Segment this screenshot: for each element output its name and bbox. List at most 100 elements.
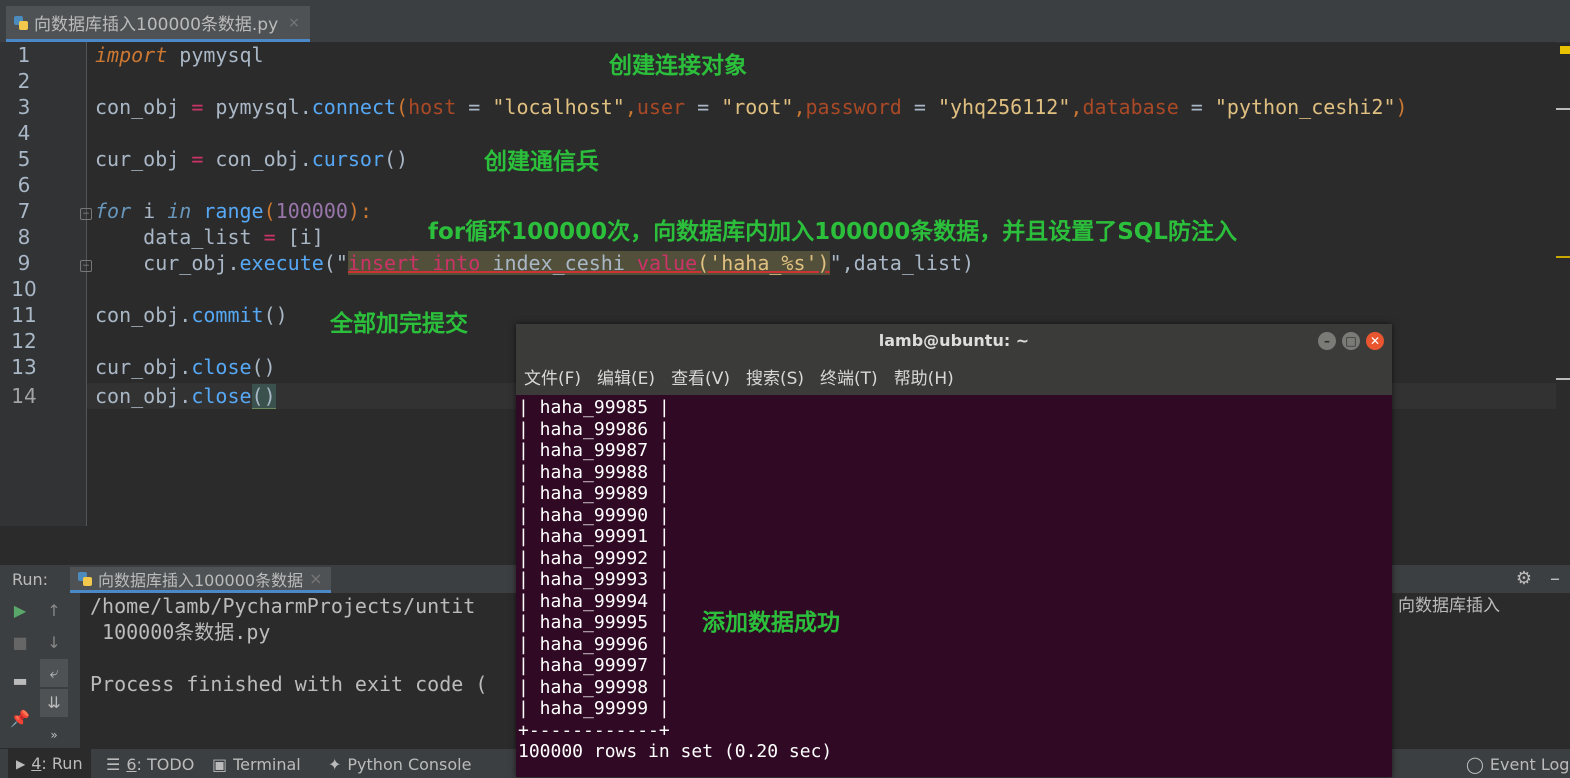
tab-close-icon[interactable]: × xyxy=(288,15,300,31)
terminal-titlebar[interactable]: lamb@ubuntu: ~ – □ ✕ xyxy=(516,324,1392,358)
stop-icon[interactable]: ■ xyxy=(6,629,34,657)
line-number: 12 xyxy=(11,329,37,353)
layout-icon[interactable]: ▬ xyxy=(6,667,34,695)
result-row: | haha_99998 | xyxy=(518,676,670,698)
fold-end-icon[interactable]: − xyxy=(80,260,92,272)
menu-file[interactable]: 文件(F) xyxy=(524,364,581,389)
maximize-window-button[interactable]: □ xyxy=(1342,332,1360,350)
terminal-tool-label: Terminal xyxy=(233,755,301,774)
line-number: 14 xyxy=(11,384,37,408)
terminal-output[interactable]: | haha_99985 | | haha_99986 | | haha_999… xyxy=(516,395,1392,777)
event-log-icon: ◯ xyxy=(1466,755,1484,774)
close-window-button[interactable]: ✕ xyxy=(1366,332,1384,350)
terminal-menubar: 文件(F) 编辑(E) 查看(V) 搜索(S) 终端(T) 帮助(H) xyxy=(516,358,1392,395)
python-console-icon: ✦ xyxy=(328,755,342,774)
fold-icon[interactable]: − xyxy=(80,208,92,220)
run-config-tab[interactable]: 向数据库插入100000条数据 × xyxy=(70,567,331,593)
up-arrow-icon[interactable]: ↑ xyxy=(40,597,68,625)
result-row: | haha_99995 | xyxy=(518,612,670,633)
python-console-button[interactable]: ✦ Python Console xyxy=(328,755,471,774)
minimize-icon[interactable]: – xyxy=(1550,566,1560,590)
line-number-gutter: 1 2 3 4 5 6 7 8 9 10 11 12 13 14 − − xyxy=(0,42,92,526)
code-line-3: con_obj = pymysql.connect(host = "localh… xyxy=(95,95,1408,119)
code-line-13: cur_obj.close() xyxy=(95,355,276,379)
soft-wrap-icon[interactable]: ⤶ xyxy=(40,659,68,687)
run-config-label: 向数据库插入100000条数据 xyxy=(98,570,304,590)
row-count-summary: 100000 rows in set (0.20 sec) xyxy=(518,741,833,762)
terminal-title: lamb@ubuntu: ~ xyxy=(878,331,1030,350)
scroll-marker[interactable] xyxy=(1556,108,1570,110)
todo-tool-button[interactable]: ☰ 6: TODO xyxy=(106,755,194,774)
python-console-label: Python Console xyxy=(347,755,472,774)
annotation-commit: 全部加完提交 xyxy=(330,311,468,337)
menu-search[interactable]: 搜索(S) xyxy=(746,364,804,389)
result-row: | haha_99987 | xyxy=(518,440,670,461)
gear-icon[interactable]: ⚙ xyxy=(1516,568,1532,589)
menu-edit[interactable]: 编辑(E) xyxy=(597,364,655,389)
python-file-icon xyxy=(78,571,92,586)
play-icon: ▶ xyxy=(16,756,26,771)
code-line-1: import pymysql xyxy=(95,43,264,67)
line-number: 4 xyxy=(17,121,31,145)
line-number: 2 xyxy=(17,69,31,93)
run-tab-close-icon[interactable]: × xyxy=(309,569,322,588)
result-row: | haha_99989 | xyxy=(518,483,670,504)
line-number: 3 xyxy=(17,95,31,119)
run-tool-label: : Run xyxy=(41,754,83,773)
run-output-path: /home/lamb/PycharmProjects/untit xyxy=(90,594,476,618)
run-tool-button[interactable]: ▶ 4: Run xyxy=(8,749,91,778)
down-arrow-icon[interactable]: ↓ xyxy=(40,629,68,657)
result-row: | haha_99985 | xyxy=(518,397,670,418)
warning-marker[interactable] xyxy=(1560,46,1570,54)
line-number: 13 xyxy=(11,355,37,379)
python-file-icon xyxy=(14,15,28,30)
run-label: Run: xyxy=(12,570,49,589)
result-row: | haha_99988 | xyxy=(518,461,670,483)
line-number: 8 xyxy=(17,225,31,249)
code-line-8: data_list = [i] xyxy=(95,225,324,249)
run-output-line: 100000条数据.py xyxy=(90,620,271,644)
scroll-to-end-icon[interactable]: ⇊ xyxy=(40,689,68,717)
event-log-button[interactable]: ◯ Event Log xyxy=(1466,755,1569,774)
rerun-icon[interactable]: ▶ xyxy=(6,597,34,625)
terminal-tool-button[interactable]: ▣ Terminal xyxy=(212,755,301,774)
annotation-loop: for循环100000次，向数据库内加入100000条数据，并且设置了SQL防注… xyxy=(428,219,1237,245)
code-line-11: con_obj.commit() xyxy=(95,303,288,327)
editor-tab-label: 向数据库插入100000条数据.py xyxy=(34,15,279,35)
todo-hotkey: 6 xyxy=(126,755,137,774)
editor-tab[interactable]: 向数据库插入100000条数据.py × xyxy=(6,6,310,42)
annotation-cursor: 创建通信兵 xyxy=(484,149,599,175)
editor-tab-bar: 向数据库插入100000条数据.py × xyxy=(0,0,1570,43)
terminal-icon: ▣ xyxy=(212,755,228,774)
run-output-path-tail: 向数据库插入 xyxy=(1398,596,1500,616)
result-row: | haha_99991 | xyxy=(518,526,670,547)
more-icon[interactable]: » xyxy=(40,721,68,749)
scrollbar-markers xyxy=(1556,42,1570,526)
menu-terminal[interactable]: 终端(T) xyxy=(820,364,878,389)
annotation-connection: 创建连接对象 xyxy=(609,53,747,79)
run-hotkey: 4 xyxy=(31,754,42,773)
line-number: 9 xyxy=(17,251,31,275)
code-line-9: cur_obj.execute("insert into index_ceshi… xyxy=(95,251,975,275)
code-line-14: con_obj.close() xyxy=(95,384,276,409)
line-number: 11 xyxy=(11,303,37,327)
result-row: | haha_99992 | xyxy=(518,547,670,569)
scroll-marker[interactable] xyxy=(1556,256,1570,258)
code-line-5: cur_obj = con_obj.cursor() xyxy=(95,147,409,171)
result-row: | haha_99986 | xyxy=(518,418,670,440)
result-row: | haha_99996 | xyxy=(518,633,670,655)
scroll-marker[interactable] xyxy=(1556,378,1570,380)
run-toolbar: ▶ ↑ ■ ↓ ▬ ⤶ ⇊ 📌 » xyxy=(0,593,80,748)
menu-help[interactable]: 帮助(H) xyxy=(894,364,954,389)
pin-icon[interactable]: 📌 xyxy=(6,705,34,733)
result-row: | haha_99990 | xyxy=(518,504,670,526)
event-log-label: Event Log xyxy=(1489,755,1570,774)
terminal-window[interactable]: lamb@ubuntu: ~ – □ ✕ 文件(F) 编辑(E) 查看(V) 搜… xyxy=(516,324,1392,777)
line-number: 6 xyxy=(17,173,31,197)
line-number: 1 xyxy=(17,43,31,67)
line-number: 5 xyxy=(17,147,31,171)
result-row: | haha_99999 | xyxy=(518,698,670,719)
minimize-window-button[interactable]: – xyxy=(1318,332,1336,350)
menu-view[interactable]: 查看(V) xyxy=(671,364,730,389)
todo-tool-label: : TODO xyxy=(136,755,195,774)
